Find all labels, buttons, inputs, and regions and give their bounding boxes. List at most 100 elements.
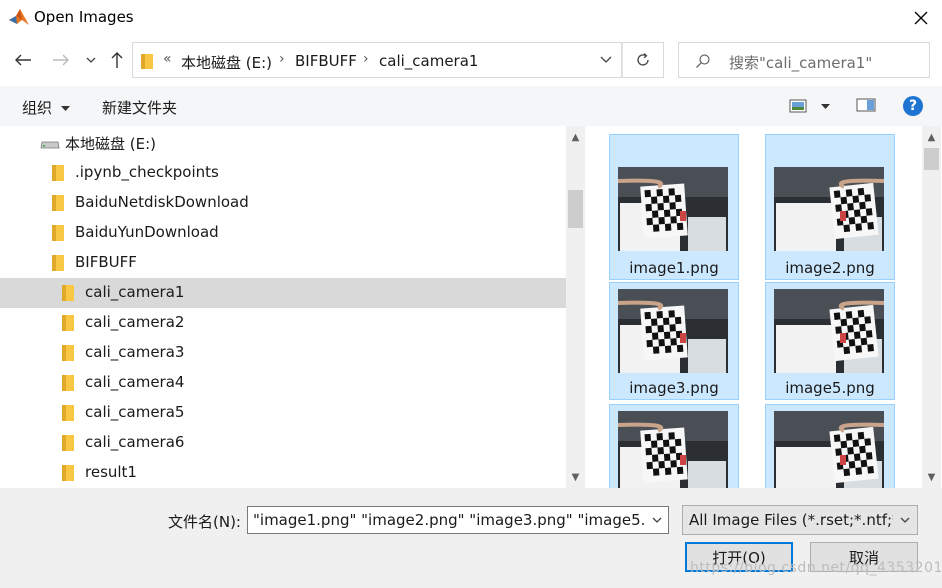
preview-pane-button[interactable]	[856, 97, 876, 115]
search-icon	[696, 54, 710, 68]
folder-icon	[62, 315, 74, 331]
file-tile[interactable]: image2.png	[765, 134, 895, 280]
tree-item[interactable]: cali_camera1	[0, 278, 566, 308]
filename-dropdown[interactable]	[646, 507, 668, 533]
tree-item-label: cali_camera6	[85, 433, 185, 451]
file-type-dropdown[interactable]	[893, 506, 917, 534]
image-thumbnail	[618, 167, 728, 251]
file-tile[interactable]: image3.png	[609, 282, 739, 400]
matlab-icon	[9, 9, 29, 25]
recent-locations-button[interactable]	[80, 45, 102, 75]
file-name: image1.png	[629, 259, 719, 277]
change-view-button[interactable]	[789, 97, 833, 117]
close-button[interactable]	[906, 4, 936, 32]
breadcrumb-separator[interactable]: ›	[363, 51, 369, 67]
tree-item[interactable]: cali_camera6	[0, 428, 566, 458]
folder-icon	[62, 405, 74, 421]
navigation-scrollbar[interactable]: ▲ ▼	[566, 126, 585, 488]
folder-icon	[52, 225, 64, 241]
tree-item[interactable]: .ipynb_checkpoints	[0, 158, 566, 188]
organize-menu[interactable]: 组织	[22, 97, 70, 118]
file-list-scrollbar[interactable]: ▲ ▼	[922, 126, 941, 488]
image-thumbnail	[774, 411, 884, 488]
tree-item-label: cali_camera5	[85, 403, 185, 421]
image-thumbnail	[618, 289, 728, 373]
tree-item-label: result1	[85, 463, 137, 481]
breadcrumb-drive[interactable]: 本地磁盘 (E:)	[181, 52, 272, 73]
address-dropdown-button[interactable]	[590, 42, 622, 78]
image-thumbnail	[774, 289, 884, 373]
filename-value: "image1.png" "image2.png" "image3.png" "…	[253, 511, 662, 529]
scroll-thumb[interactable]	[924, 148, 939, 170]
scroll-up-arrow[interactable]: ▲	[566, 128, 585, 146]
tree-item-label: cali_camera2	[85, 313, 185, 331]
chevron-down-icon	[600, 56, 612, 63]
refresh-icon	[637, 53, 649, 66]
chevron-down-icon	[900, 517, 910, 523]
scroll-up-arrow[interactable]: ▲	[922, 128, 941, 146]
filename-label: 文件名(N):	[168, 513, 241, 531]
folder-icon	[52, 195, 64, 211]
file-tile[interactable]: image5.png	[765, 282, 895, 400]
back-button[interactable]	[10, 45, 36, 75]
file-type-value: All Image Files (*.rset;*.ntf;*.r	[689, 511, 911, 529]
tree-item-drive[interactable]: 本地磁盘 (E:)	[0, 128, 566, 158]
folder-icon	[62, 435, 74, 451]
tree-item-label: cali_camera3	[85, 343, 185, 361]
address-bar[interactable]: « 本地磁盘 (E:) › BIFBUFF › cali_camera1	[132, 42, 622, 78]
search-input[interactable]: 搜索"cali_camera1"	[678, 42, 930, 78]
arrow-left-icon	[15, 54, 31, 66]
navigation-pane[interactable]: 本地磁盘 (E:) .ipynb_checkpoints BaiduNetdisk…	[0, 126, 566, 488]
scroll-down-arrow[interactable]: ▼	[566, 468, 585, 486]
tree-item[interactable]: BaiduNetdiskDownload	[0, 188, 566, 218]
breadcrumb-separator[interactable]: ›	[279, 51, 285, 67]
tree-item-label: 本地磁盘 (E:)	[65, 135, 157, 153]
folder-icon	[62, 285, 74, 301]
tree-item[interactable]: BaiduYunDownload	[0, 218, 566, 248]
file-list[interactable]: image1.png image2.png image3.png image5.png	[586, 126, 922, 488]
image-thumbnail	[774, 167, 884, 251]
tree-item-label: BaiduNetdiskDownload	[75, 193, 249, 211]
file-tile[interactable]	[765, 404, 895, 488]
forward-button[interactable]	[48, 45, 74, 75]
breadcrumb-current[interactable]: cali_camera1	[379, 52, 478, 70]
scroll-down-arrow[interactable]: ▼	[922, 468, 941, 486]
caret-down-icon	[821, 104, 830, 109]
file-name: image2.png	[785, 259, 875, 277]
tree-item[interactable]: result1	[0, 458, 566, 488]
file-name: image5.png	[785, 379, 875, 397]
breadcrumb-overflow[interactable]: «	[163, 51, 172, 67]
folder-icon	[62, 375, 74, 391]
file-type-select[interactable]: All Image Files (*.rset;*.ntf;*.r	[682, 505, 918, 535]
tree-item-label: BaiduYunDownload	[75, 223, 219, 241]
folder-icon	[52, 165, 64, 181]
caret-down-icon	[60, 105, 70, 111]
filename-input[interactable]: "image1.png" "image2.png" "image3.png" "…	[247, 506, 669, 534]
refresh-button[interactable]	[622, 42, 664, 78]
tree-item[interactable]: cali_camera3	[0, 338, 566, 368]
folder-icon	[141, 54, 153, 69]
folder-icon	[62, 465, 74, 481]
file-tile[interactable]: image1.png	[609, 134, 739, 280]
folder-icon	[62, 345, 74, 361]
scroll-thumb[interactable]	[568, 190, 583, 228]
new-folder-button[interactable]: 新建文件夹	[102, 97, 177, 118]
search-placeholder: 搜索"cali_camera1"	[729, 54, 873, 72]
watermark: https://blog.csdn.net/qq_43532017	[690, 560, 942, 576]
tree-item[interactable]: cali_camera2	[0, 308, 566, 338]
view-icon	[789, 99, 807, 113]
drive-icon	[40, 141, 60, 149]
window-title: Open Images	[34, 8, 134, 26]
preview-pane-icon	[856, 98, 876, 112]
breadcrumb-bifbuff[interactable]: BIFBUFF	[295, 52, 357, 70]
file-tile[interactable]	[609, 404, 739, 488]
folder-icon	[52, 255, 64, 271]
chevron-down-icon	[652, 517, 662, 523]
up-button[interactable]	[104, 45, 130, 75]
tree-item[interactable]: BIFBUFF	[0, 248, 566, 278]
tree-item[interactable]: cali_camera4	[0, 368, 566, 398]
tree-item-label: cali_camera1	[85, 283, 185, 301]
title-bar	[0, 0, 942, 36]
help-button[interactable]: ?	[903, 96, 923, 116]
tree-item[interactable]: cali_camera5	[0, 398, 566, 428]
